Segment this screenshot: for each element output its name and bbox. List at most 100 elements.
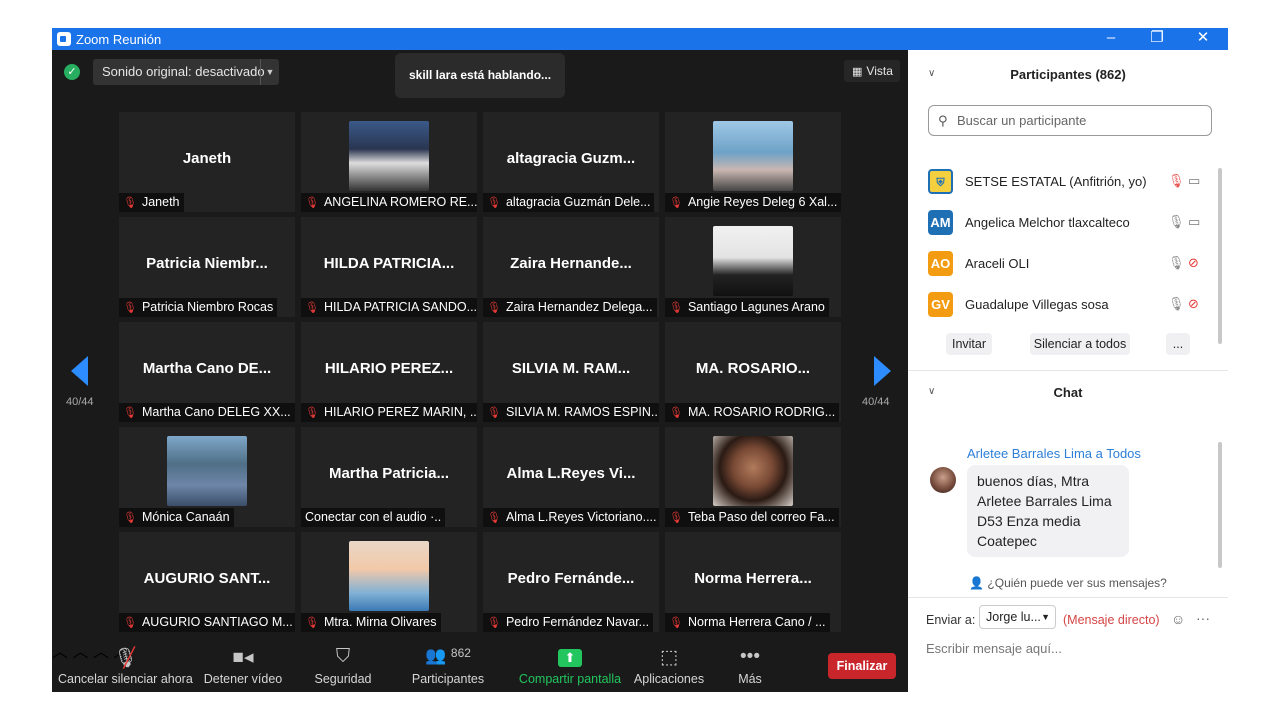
participant-name-text: HILDA PATRICIA SANDO... (323, 300, 477, 314)
participant-display-name: Norma Herrera... (694, 570, 812, 587)
muted-mic-icon: 🎙 (305, 197, 319, 209)
participant-name-label: 🎙 Santiago Lagunes Arano (665, 298, 829, 317)
chat-more-icon[interactable]: ··· (1196, 610, 1210, 626)
end-meeting-button[interactable]: Finalizar (828, 653, 896, 679)
participant-tile[interactable]: Martha Cano DE... 🎙 Martha Cano DELEG XX..… (119, 322, 295, 422)
participant-tile[interactable]: HILARIO PEREZ... 🎙 HILARIO PEREZ MARIN, ..… (301, 322, 477, 422)
participant-tile[interactable]: Pedro Fernánde... 🎙 Pedro Fernández Navar.… (483, 532, 659, 632)
participant-tile[interactable]: HILDA PATRICIA... 🎙 HILDA PATRICIA SANDO..… (301, 217, 477, 317)
page-indicator-right: 40/44 (862, 396, 890, 408)
chat-scrollbar[interactable] (1218, 442, 1222, 568)
participant-name-text: altagracia Guzmán Dele... (505, 195, 651, 209)
participant-row-name: Guadalupe Villegas sosa (965, 297, 1109, 312)
participant-name-text: Martha Cano DELEG XX... (141, 405, 291, 419)
more-button[interactable]: ••• Más (728, 638, 772, 692)
participant-display-name: altagracia Guzm... (506, 150, 636, 167)
invite-button[interactable]: Invitar (946, 333, 992, 355)
participant-display-name: Patricia Niembr... (146, 255, 268, 272)
muted-mic-icon: 🎙 (669, 197, 683, 209)
view-label: Vista (866, 64, 893, 78)
participant-row[interactable]: ⛨ SETSE ESTATAL (Anfitrión, yo) 🎙 ▭ (928, 169, 1208, 195)
muted-mic-icon: 🎙 (305, 617, 319, 629)
next-page-arrow-icon[interactable] (874, 356, 891, 386)
participant-row[interactable]: AO Araceli OLI 🎙 ⊘ (928, 251, 1208, 277)
video-camera-icon[interactable]: ▭ (1188, 173, 1200, 189)
muted-mic-icon: 🎙 (123, 407, 137, 419)
chevron-down-icon: ▼ (1041, 612, 1050, 622)
more-dots-icon: ••• (740, 646, 760, 667)
recipient-value: Jorge lu... (986, 610, 1041, 624)
share-screen-button[interactable]: ⬆ Compartir pantalla (518, 638, 622, 692)
chat-message-line: Arletee Barrales Lima (977, 493, 1112, 509)
avatar: GV (928, 292, 953, 317)
grid-icon: ▦ (852, 66, 863, 78)
search-icon: ⚲ (938, 113, 948, 128)
participant-row[interactable]: GV Guadalupe Villegas sosa 🎙 ⊘ (928, 292, 1208, 318)
muted-mic-icon: 🎙 (487, 302, 501, 314)
participant-tile[interactable]: SILVIA M. RAM... 🎙 SILVIA M. RAMOS ESPIN..… (483, 322, 659, 422)
participant-tile[interactable]: 🎙 Mónica Canaán (119, 427, 295, 527)
security-label: Seguridad (314, 672, 372, 686)
share-label: Compartir pantalla (518, 672, 622, 686)
chat-compose-input[interactable]: Escribir mensaje aquí... (926, 641, 1062, 656)
minimize-button[interactable]: – (1088, 28, 1134, 50)
participant-tile[interactable]: Zaira Hernande... 🎙 Zaira Hernandez Delega… (483, 217, 659, 317)
close-button[interactable]: ✕ (1180, 28, 1226, 50)
mic-icon[interactable]: 🎙 (1168, 255, 1185, 271)
mic-icon[interactable]: 🎙 (1168, 214, 1185, 230)
recipient-select[interactable]: Jorge lu... ▼ (979, 605, 1056, 629)
participants-icon: 👥 862 (425, 646, 471, 665)
participant-name-label: 🎙 HILARIO PEREZ MARIN, ... (301, 403, 477, 422)
original-sound-toggle[interactable]: Sonido original: desactivado ▼ (93, 59, 279, 85)
search-placeholder: Buscar un participante (957, 113, 1087, 128)
emoji-icon[interactable]: ☺ (1171, 611, 1185, 627)
participant-tile[interactable]: Patricia Niembr... 🎙 Patricia Niembro Roca… (119, 217, 295, 317)
participant-tile[interactable]: Martha Patricia... Conectar con el audio … (301, 427, 477, 527)
muted-mic-icon: 🎙 (669, 407, 683, 419)
direct-message-label: (Mensaje directo) (1063, 613, 1160, 627)
participants-button[interactable]: 👥 862 Participantes (408, 638, 488, 692)
participant-tile[interactable]: AUGURIO SANT... 🎙 AUGURIO SANTIAGO M... (119, 532, 295, 632)
participant-search-input[interactable]: ⚲ Buscar un participante (928, 105, 1212, 136)
participant-display-name: Martha Patricia... (328, 465, 450, 482)
participant-name-label: 🎙 altagracia Guzmán Dele... (483, 193, 655, 212)
participant-display-name: Alma L.Reyes Vi... (506, 465, 636, 482)
view-button[interactable]: ▦ Vista (844, 60, 900, 82)
participant-tile[interactable]: 🎙 Santiago Lagunes Arano (665, 217, 841, 317)
video-off-icon[interactable]: ⊘ (1188, 296, 1199, 312)
participant-tile[interactable]: 🎙 Angie Reyes Deleg 6 Xal... (665, 112, 841, 212)
stop-video-button[interactable]: ■◂ Detener vídeo (198, 638, 288, 692)
apps-button[interactable]: ⬚ Aplicaciones (632, 638, 706, 692)
participant-name-text: Santiago Lagunes Arano (687, 300, 825, 314)
who-can-see-link[interactable]: 👤 ¿Quién puede ver sus mensajes? (908, 576, 1228, 590)
mute-button[interactable]: 🎙╱ Cancelar silenciar ahora (58, 638, 193, 692)
participant-tile[interactable]: 🎙 Mtra. Mirna Olivares (301, 532, 477, 632)
participant-tile[interactable]: 🎙 Teba Paso del correo Fa... (665, 427, 841, 527)
participant-row[interactable]: AM Angelica Melchor tlaxcalteco 🎙 ▭ (928, 210, 1208, 236)
participant-display-name: SILVIA M. RAM... (511, 360, 631, 377)
participant-display-name: Pedro Fernánde... (507, 570, 635, 587)
video-off-icon[interactable]: ⊘ (1188, 255, 1199, 271)
participant-tile[interactable]: Alma L.Reyes Vi... 🎙 Alma L.Reyes Victoria… (483, 427, 659, 527)
participant-row-name: Angelica Melchor tlaxcalteco (965, 215, 1130, 230)
video-camera-icon[interactable]: ▭ (1188, 214, 1200, 230)
muted-mic-icon[interactable]: 🎙 (1168, 173, 1185, 189)
participant-tile[interactable]: Janeth 🎙 Janeth (119, 112, 295, 212)
participant-tile[interactable]: altagracia Guzm... 🎙 altagracia Guzmán Del… (483, 112, 659, 212)
mute-all-button[interactable]: Silenciar a todos (1030, 333, 1130, 355)
send-to-label: Enviar a: (926, 613, 976, 627)
mic-icon[interactable]: 🎙 (1168, 296, 1185, 312)
participants-scrollbar[interactable] (1218, 168, 1222, 344)
participants-more-button[interactable]: ... (1166, 333, 1190, 355)
person-lock-icon: 👤 (969, 576, 985, 590)
security-button[interactable]: ⛉ Seguridad (308, 638, 378, 692)
participant-tile[interactable]: MA. ROSARIO... 🎙 MA. ROSARIO RODRIG... (665, 322, 841, 422)
chat-message: buenos días, Mtra Arletee Barrales Lima … (967, 465, 1129, 557)
participants-count: 862 (450, 646, 471, 660)
participant-tile[interactable]: Norma Herrera... 🎙 Norma Herrera Cano / ..… (665, 532, 841, 632)
previous-page-arrow-icon[interactable] (71, 356, 88, 386)
restore-button[interactable]: ❐ (1134, 28, 1180, 50)
encryption-shield-icon[interactable]: ✓ (64, 64, 80, 80)
participant-tile[interactable]: 🎙 ANGELINA ROMERO RE... (301, 112, 477, 212)
chevron-down-icon[interactable]: ▼ (260, 59, 279, 85)
